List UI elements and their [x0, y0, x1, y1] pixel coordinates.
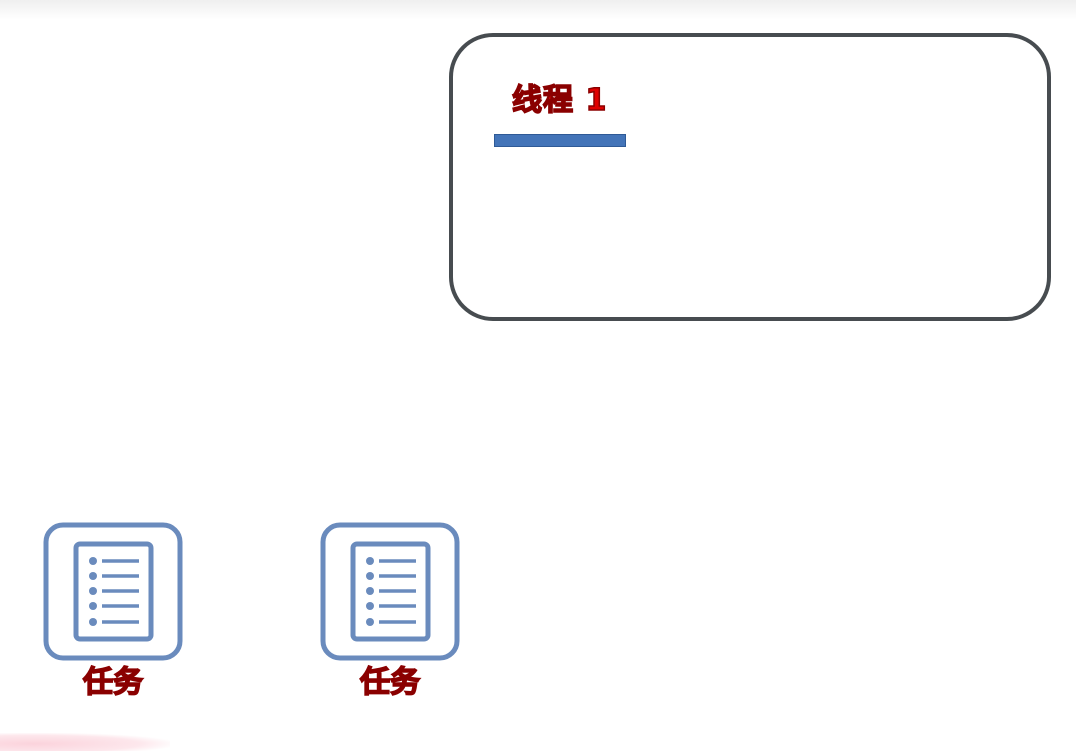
thread-progress-bar: [494, 134, 626, 147]
document-list-icon: [43, 522, 183, 661]
task-label: 任务: [82, 664, 144, 701]
thread-box: 线程 1: [449, 33, 1051, 321]
document-list-icon: [320, 522, 460, 661]
task-item-2: 任务: [320, 522, 460, 701]
task-item-1: 任务: [43, 522, 183, 701]
thread-title: 线程 1: [511, 82, 608, 119]
pink-smudge: [0, 733, 170, 751]
thread-progress-fill: [494, 134, 626, 147]
top-band: [0, 0, 1076, 20]
task-label: 任务: [359, 664, 421, 701]
